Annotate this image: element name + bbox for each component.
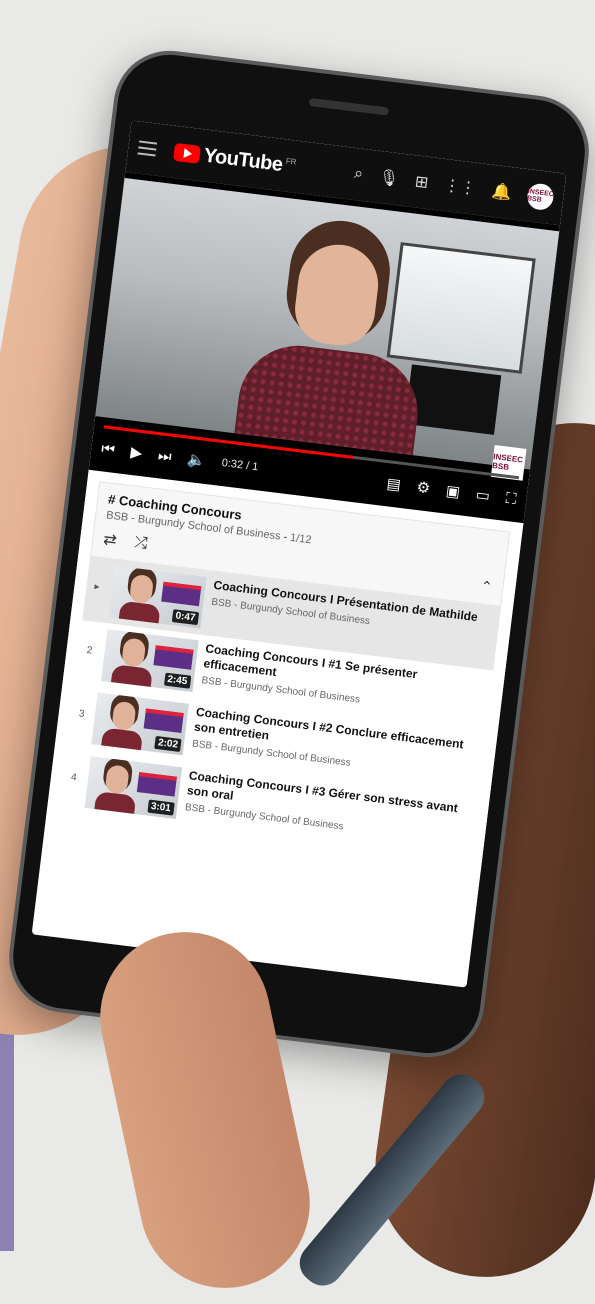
youtube-logo[interactable]: YouTube FR	[172, 140, 298, 178]
time-display: 0:32 / 1	[221, 456, 259, 474]
duration-badge: 2:02	[154, 735, 182, 752]
previous-icon[interactable]: ⏮	[100, 440, 115, 459]
loop-icon[interactable]: ⇄	[102, 529, 118, 550]
avatar[interactable]: INSEEC BSB	[525, 182, 555, 212]
menu-icon[interactable]	[137, 140, 158, 157]
play-logo-icon	[172, 142, 201, 164]
chevron-up-icon[interactable]: ⌃	[480, 577, 494, 595]
video-frame[interactable]	[95, 177, 560, 470]
search-icon[interactable]: ⌕	[353, 165, 364, 184]
video-player[interactable]: INSEEC BSB ⏮ ▶ ⏭ 🔈 0:32 / 1 ▤ ⚙ ▣ ▭ ⛶	[88, 171, 560, 524]
volume-icon[interactable]: 🔈	[186, 450, 207, 470]
apps-icon[interactable]: ⋮⋮	[443, 175, 477, 199]
video-thumbnail[interactable]: 2:02	[91, 692, 190, 756]
phone-speaker	[308, 97, 390, 116]
phone-screen: YouTube FR ⌕ 🎙 ⊞ ⋮⋮ 🔔 INSEEC BSB INSEEC …	[31, 120, 567, 988]
video-thumbnail[interactable]: 3:01	[84, 756, 182, 819]
next-icon[interactable]: ⏭	[157, 447, 172, 466]
playlist-panel: # Coaching Concours BSB - Burgundy Schoo…	[45, 469, 524, 873]
miniplayer-icon[interactable]: ▣	[445, 482, 461, 501]
playlist-position: 1/12	[289, 531, 313, 547]
video-thumbnail[interactable]: 2:45	[100, 629, 199, 692]
create-icon[interactable]: ⊞	[414, 171, 430, 192]
play-icon[interactable]: ▶	[130, 443, 144, 462]
bell-icon[interactable]: 🔔	[491, 181, 513, 203]
duration-badge: 2:45	[163, 672, 192, 689]
theater-icon[interactable]: ▭	[475, 485, 491, 505]
office-monitor	[404, 364, 502, 435]
fullscreen-icon[interactable]: ⛶	[505, 489, 518, 507]
duration-badge: 3:01	[147, 799, 175, 816]
settings-icon[interactable]: ⚙	[416, 478, 432, 498]
video-thumbnail[interactable]: 0:47	[108, 565, 207, 629]
shuffle-icon[interactable]: ⤮	[133, 534, 149, 553]
presenter-head	[291, 240, 383, 350]
duration-badge: 0:47	[171, 609, 200, 626]
subtitles-icon[interactable]: ▤	[386, 474, 402, 494]
mic-icon[interactable]: 🎙	[378, 167, 401, 189]
office-window	[386, 242, 536, 374]
